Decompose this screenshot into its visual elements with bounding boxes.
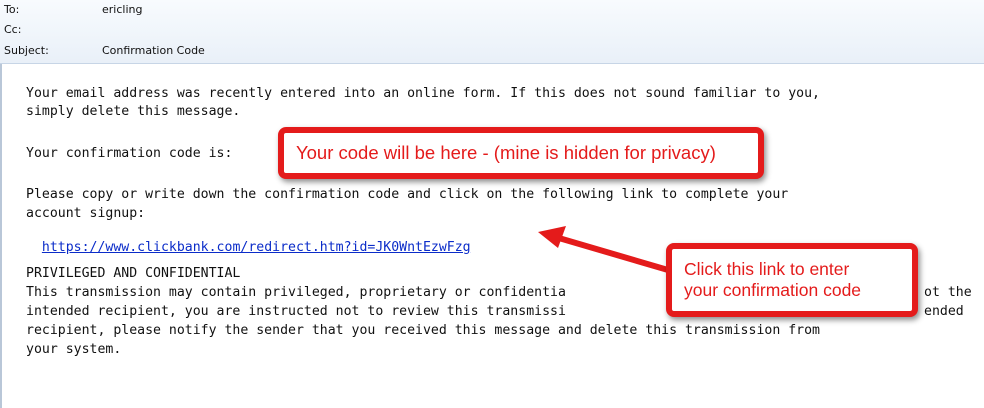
body-paragraph-1-line-2: simply delete this message. [26, 104, 241, 119]
to-value[interactable]: ericling [102, 2, 142, 18]
legal-line-2-start: intended recipient, you are instructed n… [26, 304, 566, 319]
confirmation-code-label: Your confirmation code is: [26, 146, 233, 161]
cc-label: Cc: [4, 23, 22, 36]
code-hidden-callout-text: Your code will be here - (mine is hidden… [296, 142, 716, 163]
email-header: To: ericling Cc: Subject: Confirmation C… [0, 0, 984, 64]
legal-title: PRIVILEGED AND CONFIDENTIAL [26, 266, 241, 281]
body-left-border [0, 64, 2, 408]
confirmation-link[interactable]: https://www.clickbank.com/redirect.htm?i… [42, 240, 471, 255]
body-paragraph-2-line-1: Please copy or write down the confirmati… [26, 187, 789, 202]
legal-line-4: your system. [26, 342, 122, 357]
click-link-callout-line-2: your confirmation code [684, 280, 862, 300]
click-link-callout-line-1: Click this link to enter [684, 259, 850, 279]
legal-line-1-end: ot the [924, 285, 972, 300]
code-hidden-callout: Your code will be here - (mine is hidden… [278, 127, 764, 179]
arrow-shaft [549, 233, 671, 273]
click-link-callout: Click this link to enter your confirmati… [666, 243, 918, 317]
legal-line-2-end: ended [924, 304, 964, 319]
body-paragraph-2-line-2: account signup: [26, 206, 146, 221]
body-paragraph-1-line-1: Your email address was recently entered … [26, 86, 820, 101]
arrow-head [538, 226, 566, 248]
subject-value: Confirmation Code [102, 44, 205, 57]
legal-line-3: recipient, please notify the sender that… [26, 323, 820, 338]
confirmation-link-line: https://www.clickbank.com/redirect.htm?i… [26, 225, 471, 255]
to-label: To: [4, 3, 20, 16]
legal-line-1-start: This transmission may contain privileged… [26, 285, 566, 300]
subject-label: Subject: [4, 44, 49, 57]
